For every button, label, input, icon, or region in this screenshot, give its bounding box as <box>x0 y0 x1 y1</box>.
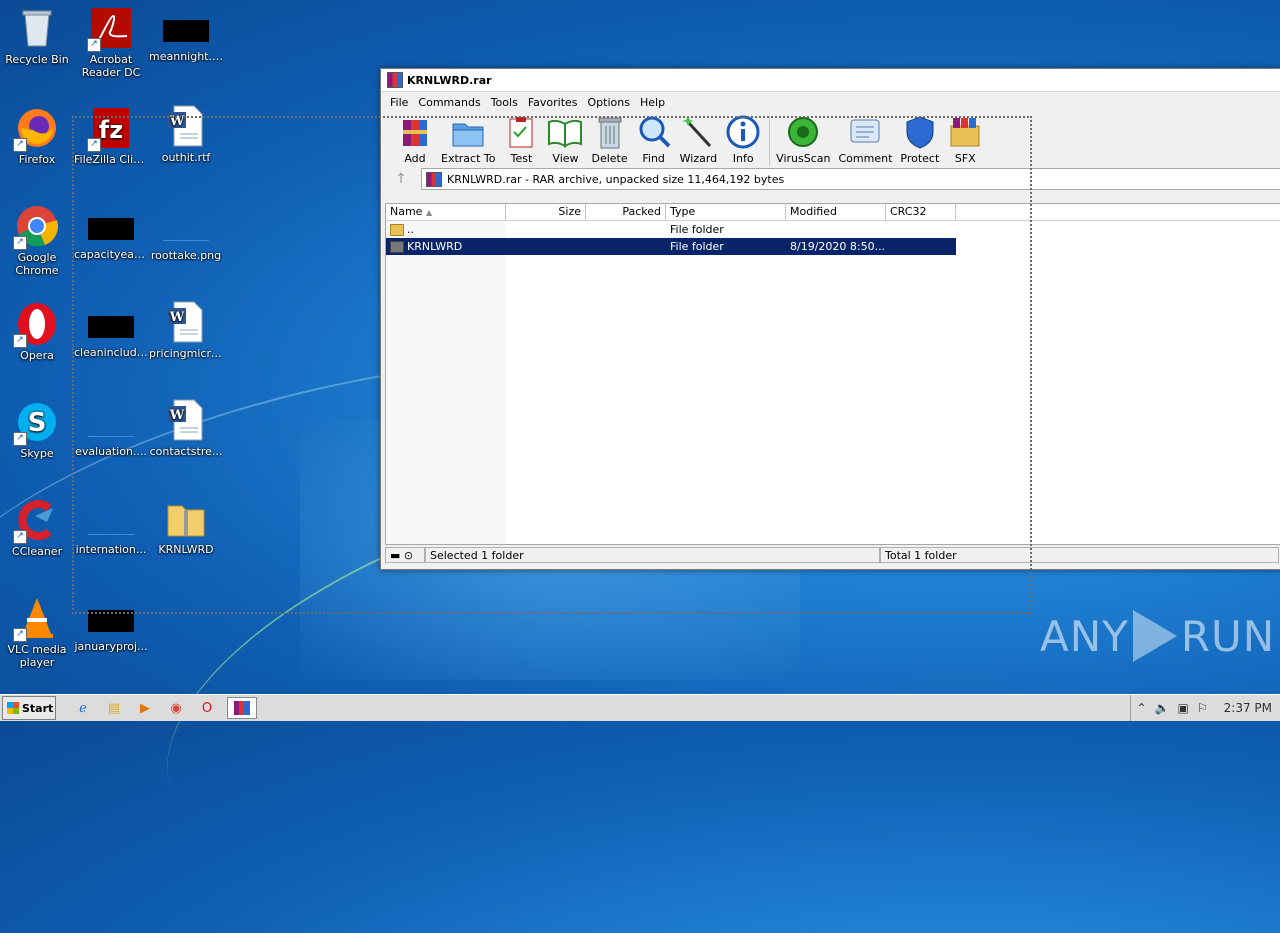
taskbar: Start ℯ ▤ ▶ ◉ O ⌃ 🔈 ▣ ⚐ 2:37 PM <box>0 694 1280 721</box>
desktop-icon-recycle-bin[interactable]: Recycle Bin <box>0 6 74 66</box>
icon-label: Opera <box>20 349 54 362</box>
menu-options[interactable]: Options <box>583 96 635 109</box>
desktop-icon-firefox[interactable]: ↗ Firefox <box>0 106 74 166</box>
menu-file[interactable]: File <box>385 96 413 109</box>
desktop-icon-ccleaner[interactable]: ↗ CCleaner <box>0 498 74 558</box>
icon-label: Skype <box>20 447 54 460</box>
icon-label: Firefox <box>18 153 56 166</box>
drag-selection-rectangle <box>72 116 1032 614</box>
icon-label: VLC media player <box>7 643 67 669</box>
clock[interactable]: 2:37 PM <box>1224 701 1272 715</box>
file-thumbnail <box>163 20 209 42</box>
opera-icon: ↗ <box>13 302 59 348</box>
window-titlebar[interactable]: KRNLWRD.rar <box>381 69 1280 92</box>
svg-text:S: S <box>28 408 47 438</box>
desktop-icon-vlc[interactable]: ↗ VLC media player <box>0 596 74 669</box>
icon-label: Recycle Bin <box>5 53 69 66</box>
file-explorer-icon[interactable]: ▤ <box>103 698 125 718</box>
vlc-icon: ↗ <box>13 596 59 642</box>
menu-help[interactable]: Help <box>635 96 670 109</box>
acrobat-icon: ↗ <box>87 6 133 52</box>
menu-favorites[interactable]: Favorites <box>523 96 583 109</box>
system-tray: ⌃ 🔈 ▣ ⚐ 2:37 PM <box>1129 695 1280 721</box>
media-player-icon[interactable]: ▶ <box>134 698 156 718</box>
ccleaner-icon: ↗ <box>13 498 59 544</box>
network-icon[interactable]: ▣ <box>1178 701 1189 715</box>
icon-label: januaryproj... <box>74 640 148 653</box>
desktop-icon-chrome[interactable]: ↗ Google Chrome <box>0 204 74 277</box>
icon-label: Google Chrome <box>15 251 59 277</box>
tray-expand-icon[interactable]: ⌃ <box>1137 701 1147 715</box>
volume-icon[interactable]: 🔈 <box>1155 701 1170 715</box>
menu-bar: File Commands Tools Favorites Options He… <box>381 92 1280 112</box>
menu-tools[interactable]: Tools <box>486 96 523 109</box>
recycle-bin-icon <box>15 6 59 50</box>
icon-label: Acrobat Reader DC <box>81 53 141 79</box>
window-title: KRNLWRD.rar <box>407 73 492 87</box>
action-center-flag-icon[interactable]: ⚐ <box>1197 701 1208 715</box>
icon-label: CCleaner <box>11 545 63 558</box>
winrar-taskbar-icon[interactable] <box>227 697 257 719</box>
start-button[interactable]: Start <box>2 696 56 720</box>
desktop-icon-meannight[interactable]: meannight.jpg <box>149 6 223 63</box>
anyrun-watermark: ANY RUN <box>1040 610 1276 662</box>
desktop-icon-skype[interactable]: S ↗ Skype <box>0 400 74 460</box>
desktop-icon-opera[interactable]: ↗ Opera <box>0 302 74 362</box>
opera-taskbar-icon[interactable]: O <box>196 698 218 718</box>
chrome-icon: ↗ <box>13 204 59 250</box>
icon-label: meannight.jpg <box>149 50 223 63</box>
menu-commands[interactable]: Commands <box>413 96 485 109</box>
desktop-icon-acrobat[interactable]: ↗ Acrobat Reader DC <box>74 6 148 79</box>
chrome-taskbar-icon[interactable]: ◉ <box>165 698 187 718</box>
firefox-icon: ↗ <box>13 106 59 152</box>
windows-logo-icon <box>7 702 19 714</box>
skype-icon: S ↗ <box>13 400 59 446</box>
internet-explorer-icon[interactable]: ℯ <box>72 698 94 718</box>
play-logo-icon <box>1132 610 1177 662</box>
winrar-icon <box>387 72 403 88</box>
